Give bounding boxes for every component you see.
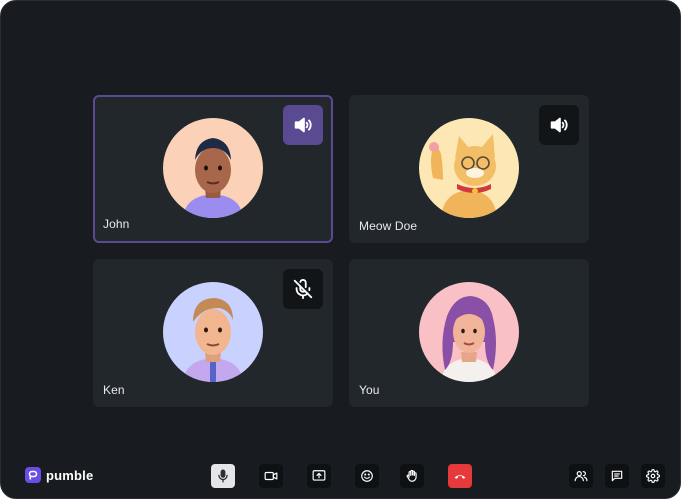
avatar	[419, 282, 519, 382]
leave-call-icon	[454, 475, 466, 479]
share-screen-icon	[312, 470, 326, 481]
chat-button[interactable]	[605, 464, 629, 488]
participant-tile-ken[interactable]: Ken	[93, 259, 333, 407]
share-screen-button[interactable]	[307, 464, 331, 488]
chat-icon	[611, 470, 623, 482]
pumble-logo-icon	[25, 467, 41, 483]
avatar	[419, 118, 519, 218]
muted-mic-icon	[283, 269, 323, 309]
call-toolbar: pumble	[1, 461, 681, 491]
camera-icon	[264, 471, 278, 481]
brand-name: pumble	[46, 467, 94, 483]
participant-tile-john[interactable]: John	[93, 95, 333, 243]
raise-hand-button[interactable]	[400, 464, 424, 488]
brand-logo: pumble	[25, 467, 93, 483]
avatar	[163, 282, 263, 382]
leave-call-button[interactable]	[448, 464, 472, 488]
participants-button[interactable]	[569, 464, 593, 488]
settings-icon	[646, 469, 660, 483]
meeting-window: John Meow Doe Ken You pumble	[0, 0, 681, 499]
speaker-icon	[539, 105, 579, 145]
microphone-icon	[218, 469, 228, 483]
participant-name: Ken	[103, 383, 125, 397]
camera-button[interactable]	[259, 464, 283, 488]
participant-name: You	[359, 383, 380, 397]
participant-tile-meow-doe[interactable]: Meow Doe	[349, 95, 589, 243]
raise-hand-icon	[406, 469, 417, 482]
microphone-button[interactable]	[211, 464, 235, 488]
participant-tile-you[interactable]: You	[349, 259, 589, 407]
avatar	[163, 118, 263, 218]
emoji-icon	[361, 470, 373, 482]
participant-name: John	[103, 217, 130, 231]
participants-icon	[574, 471, 588, 482]
speaker-icon	[283, 105, 323, 145]
participant-name: Meow Doe	[359, 219, 418, 233]
reactions-button[interactable]	[355, 464, 379, 488]
settings-button[interactable]	[641, 464, 665, 488]
